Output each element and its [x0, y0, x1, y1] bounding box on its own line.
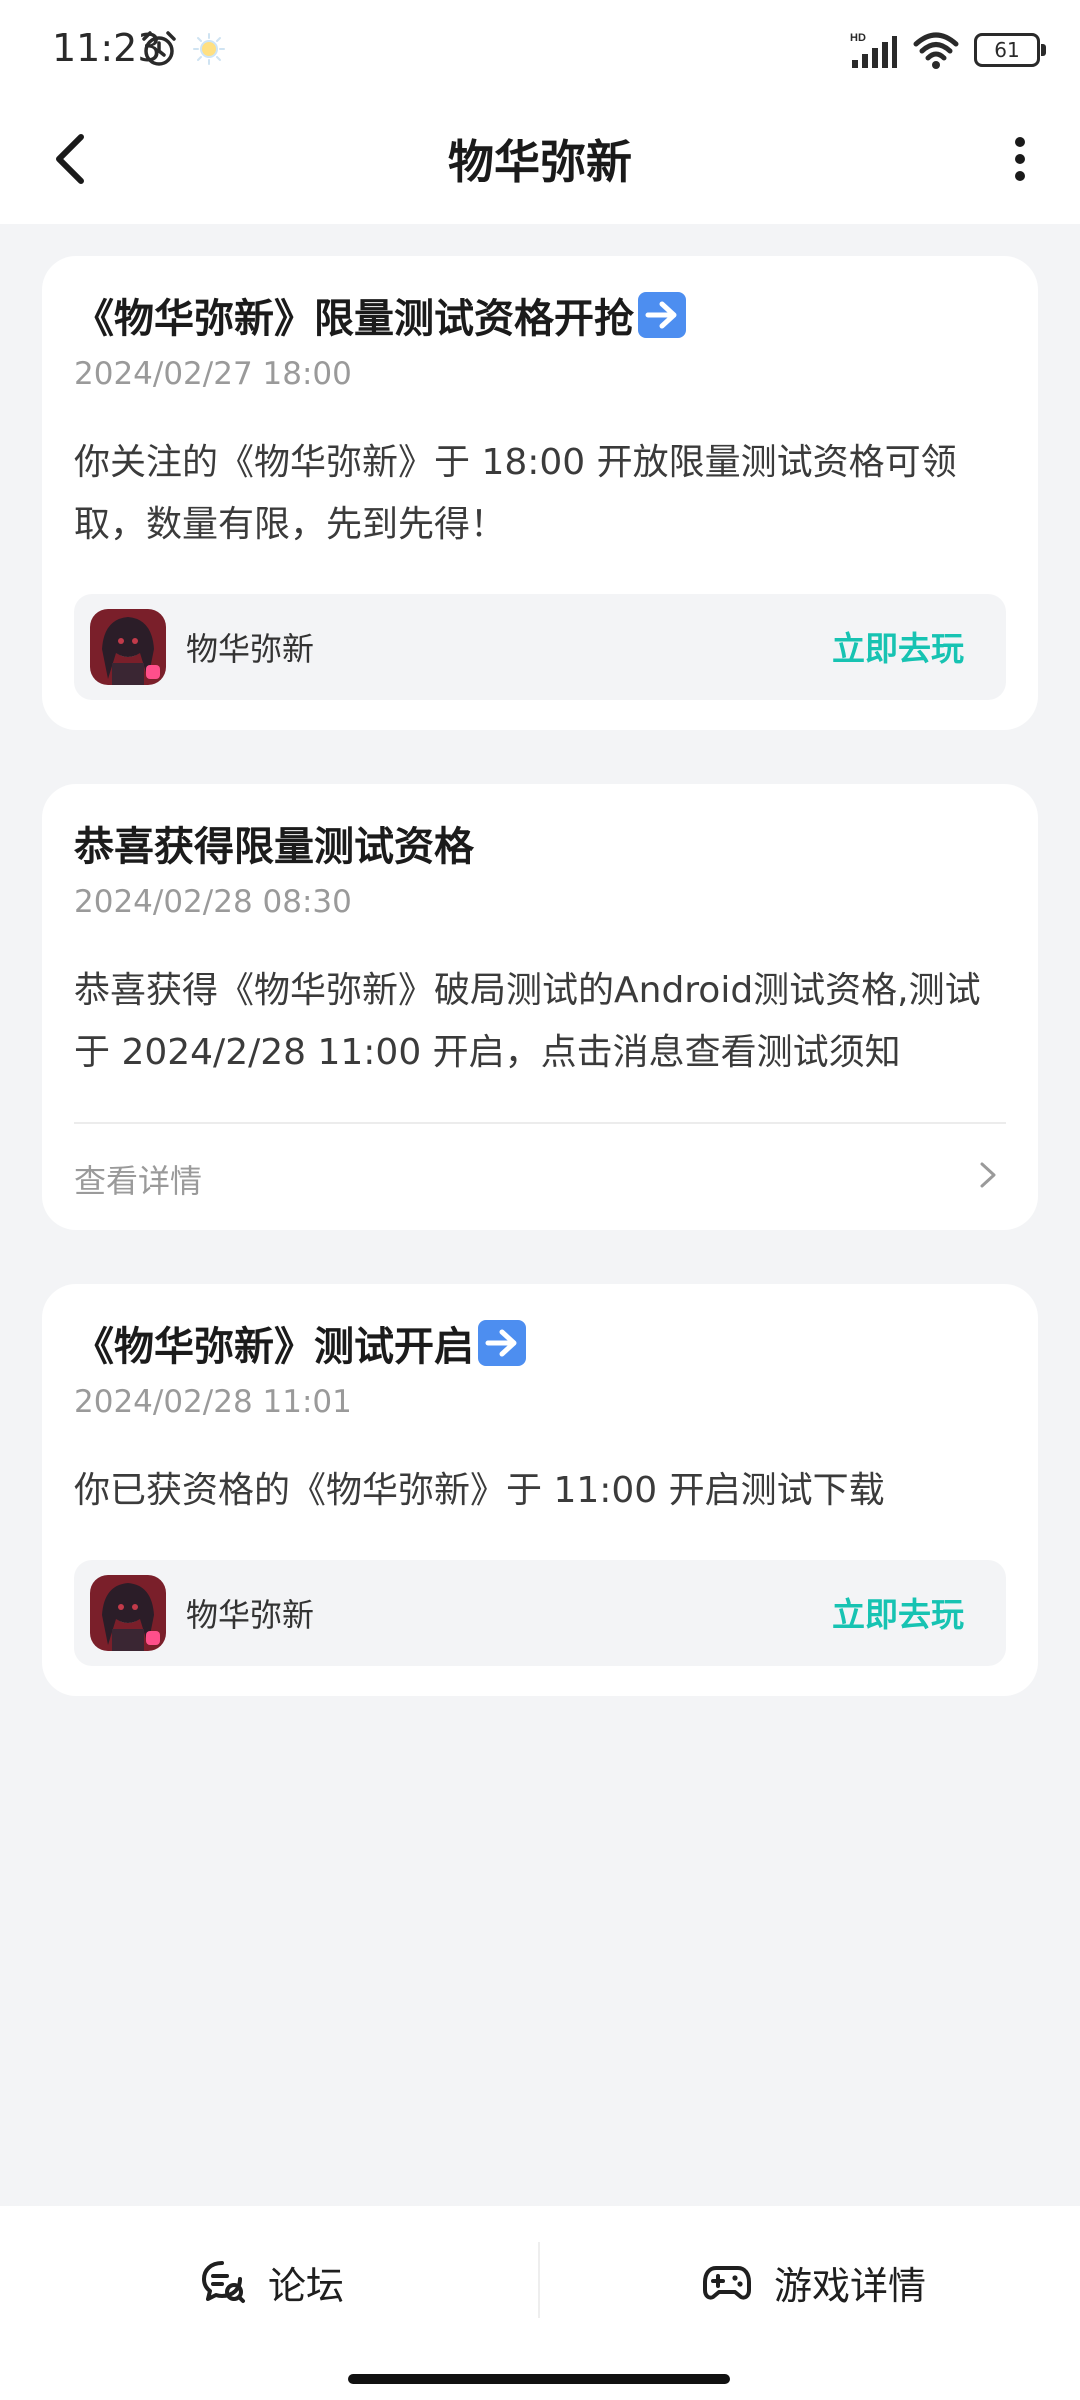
home-indicator[interactable]: [348, 2374, 730, 2384]
message-body: 你已获资格的《物华弥新》于 11:00 开启测试下载: [74, 1470, 885, 1511]
right-arrow-emoji-icon: [638, 292, 686, 338]
page-title: 物华弥新: [448, 135, 632, 189]
signal-icon: HD: [850, 32, 897, 68]
right-arrow-emoji-icon: [478, 1320, 526, 1366]
more-options-button[interactable]: [990, 124, 1050, 194]
status-bar: 11:23 HD 61: [0, 0, 1080, 100]
message-title: 《物华弥新》测试开启: [74, 1314, 526, 1372]
message-card[interactable]: 恭喜获得限量测试资格 2024/02/28 08:30 恭喜获得《物华弥新》破局…: [42, 784, 1038, 1230]
alarm-icon: [142, 31, 176, 66]
play-now-button[interactable]: 立即去玩: [832, 622, 964, 670]
message-card[interactable]: 《物华弥新》测试开启 2024/02/28 11:01 你已获资格的《物华弥新》…: [42, 1284, 1038, 1696]
weather-sun-icon: [193, 33, 225, 65]
tab-forum-label: 论坛: [268, 2263, 345, 2308]
gamepad-icon: [703, 2266, 751, 2300]
tab-game-details[interactable]: 游戏详情: [702, 2252, 926, 2312]
status-right-group: HD 61: [848, 28, 1046, 72]
tab-divider: [538, 2242, 540, 2318]
forum-chat-icon: [202, 2261, 245, 2303]
message-body: 你关注的《物华弥新》于 18:00 开放限量测试资格可领取，数量有限，先到先得！: [74, 442, 957, 545]
view-details-link[interactable]: 查看详情: [74, 1156, 202, 1202]
play-now-button[interactable]: 立即去玩: [832, 1588, 964, 1636]
game-avatar-icon: [90, 609, 166, 685]
bottom-action-bar: 论坛 游戏详情: [0, 2206, 1080, 2400]
message-card[interactable]: 《物华弥新》限量测试资格开抢 2024/02/27 18:00 你关注的《物华弥…: [42, 256, 1038, 730]
message-title: 《物华弥新》限量测试资格开抢: [74, 286, 686, 344]
message-body: 恭喜获得《物华弥新》破局测试的Android测试资格,测试于 2024/2/28…: [74, 970, 981, 1073]
message-date: 2024/02/27 18:00: [74, 356, 352, 392]
game-name: 物华弥新: [186, 630, 315, 668]
battery-level: 61: [994, 38, 1020, 62]
divider: [74, 1122, 1006, 1124]
top-app-bar: 物华弥新: [0, 100, 1080, 224]
message-title-text: 《物华弥新》测试开启: [74, 1324, 474, 1370]
network-type-label: HD: [850, 32, 866, 44]
game-entry[interactable]: 物华弥新 立即去玩: [74, 594, 1006, 700]
game-name: 物华弥新: [186, 1596, 315, 1634]
tab-game-details-label: 游戏详情: [774, 2263, 927, 2308]
wifi-icon: [913, 32, 959, 69]
battery-icon: 61: [974, 33, 1046, 67]
message-date: 2024/02/28 11:01: [74, 1384, 352, 1420]
message-title: 恭喜获得限量测试资格: [74, 824, 474, 870]
game-avatar-icon: [90, 1575, 166, 1651]
tab-forum[interactable]: 论坛: [200, 2252, 344, 2312]
game-entry[interactable]: 物华弥新 立即去玩: [74, 1560, 1006, 1666]
message-date: 2024/02/28 08:30: [74, 884, 352, 920]
more-vertical-icon: [1015, 137, 1025, 181]
chevron-right-icon[interactable]: [972, 1160, 1002, 1190]
message-title-text: 《物华弥新》限量测试资格开抢: [74, 296, 634, 342]
